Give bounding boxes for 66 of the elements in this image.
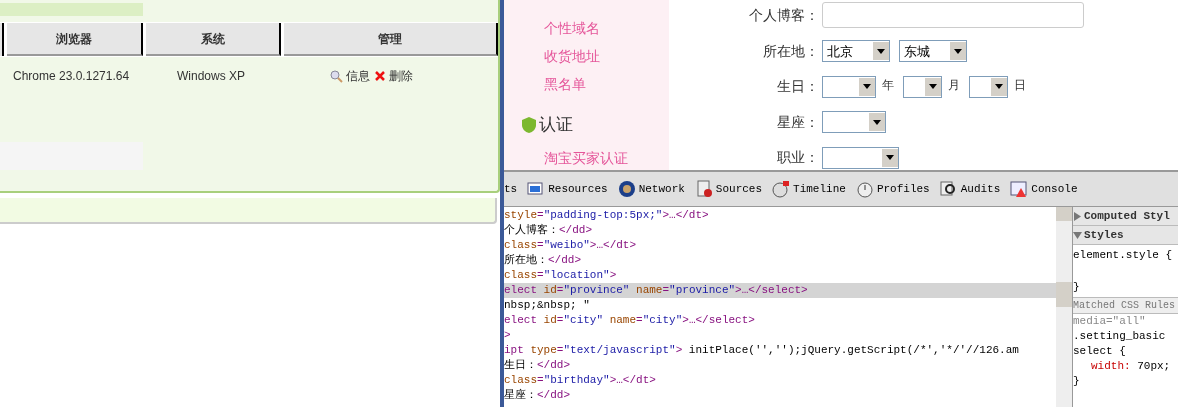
code-line[interactable]: elect id="city" name="city">…</select> xyxy=(504,313,1056,328)
code-line[interactable]: class="birthday">…</dt> xyxy=(504,373,1056,388)
profiles-tab-icon xyxy=(855,180,874,198)
select-field[interactable]: 东城 xyxy=(899,40,967,63)
select-field[interactable]: 北京 xyxy=(822,40,890,63)
css-selector: select { xyxy=(1073,344,1127,359)
table-cell-text: Windows XP xyxy=(177,68,247,85)
pane-header[interactable]: Computed Styl xyxy=(1073,207,1178,226)
collapsed-arrow-icon xyxy=(1073,211,1082,221)
code-line[interactable]: 生日：</dd> xyxy=(504,358,1056,373)
css-text: element.style { xyxy=(1073,248,1174,263)
devtools-tab[interactable]: Console xyxy=(1010,180,1078,198)
info-link[interactable]: 信息 xyxy=(329,67,370,85)
resources-tab-icon xyxy=(527,180,546,198)
devtools-tab[interactable]: Network xyxy=(617,180,685,198)
search-icon xyxy=(329,69,343,83)
blog-input-field[interactable] xyxy=(822,2,1084,28)
audits-tab-icon xyxy=(939,180,958,198)
select-field[interactable] xyxy=(822,146,899,169)
console-tab-icon xyxy=(1010,180,1029,198)
column-header: 管理 xyxy=(284,23,498,56)
css-declaration: width: 70px; xyxy=(1090,359,1172,374)
pane-header[interactable]: Styles xyxy=(1073,226,1178,245)
column-header: 浏览器 xyxy=(7,23,143,56)
select-field[interactable] xyxy=(969,75,1008,98)
sources-tab-icon xyxy=(694,180,713,198)
devtools-tab[interactable]: Sources xyxy=(694,180,763,198)
code-line[interactable]: 个人博客：</dd> xyxy=(504,223,1056,238)
devtools-tab[interactable]: ts xyxy=(504,180,518,198)
form-label: 所在地： xyxy=(762,41,819,61)
date-unit: 年 xyxy=(882,76,894,94)
section-heading: 认证 xyxy=(539,114,573,136)
select-field[interactable] xyxy=(903,75,942,98)
code-line[interactable]: nbsp;&nbsp; " xyxy=(504,298,1056,313)
code-line[interactable]: > xyxy=(504,328,1056,343)
code-line[interactable]: style="padding-top:5px;">…</dt> xyxy=(504,208,1056,223)
select-field[interactable] xyxy=(822,75,876,98)
devtools-tab[interactable]: Audits xyxy=(939,180,1001,198)
table-cell-text: Chrome 23.0.1271.64 xyxy=(13,68,131,85)
shield-icon xyxy=(522,116,536,133)
date-unit: 月 xyxy=(948,76,960,94)
form-label: 职业： xyxy=(776,148,819,168)
code-line[interactable]: 星座：</dd> xyxy=(504,388,1056,403)
close-icon xyxy=(374,70,386,82)
expanded-arrow-icon xyxy=(1073,230,1082,240)
column-header: 系统 xyxy=(146,23,281,56)
form-label: 星座： xyxy=(776,112,819,132)
date-unit: 日 xyxy=(1014,76,1026,94)
pane-header: Matched CSS Rules xyxy=(1073,297,1178,314)
css-selector: .setting_basic xyxy=(1073,329,1167,344)
css-media: media="all" xyxy=(1073,314,1147,329)
network-tab-icon xyxy=(617,180,636,198)
css-text: } xyxy=(1073,374,1081,389)
select-field[interactable] xyxy=(822,111,886,134)
devtools-tab[interactable]: Resources xyxy=(527,180,608,198)
devtools-tab[interactable]: Timeline xyxy=(772,180,846,198)
timeline-tab-icon xyxy=(772,180,791,198)
delete-link[interactable]: 删除 xyxy=(374,67,413,85)
devtools-tab[interactable]: Profiles xyxy=(855,180,930,198)
code-line[interactable]: class="location"> xyxy=(504,268,1056,283)
form-label: 生日： xyxy=(776,77,819,97)
code-line[interactable]: 所在地：</dd> xyxy=(504,253,1056,268)
code-line[interactable]: class="weibo">…</dt> xyxy=(504,238,1056,253)
form-label: 个人博客： xyxy=(748,5,819,25)
css-text: } xyxy=(1073,279,1081,295)
code-line[interactable]: ipt type="text/javascript"> initPlace('','');jQuery.getScript(/*','*/'//126.am xyxy=(504,343,1056,358)
